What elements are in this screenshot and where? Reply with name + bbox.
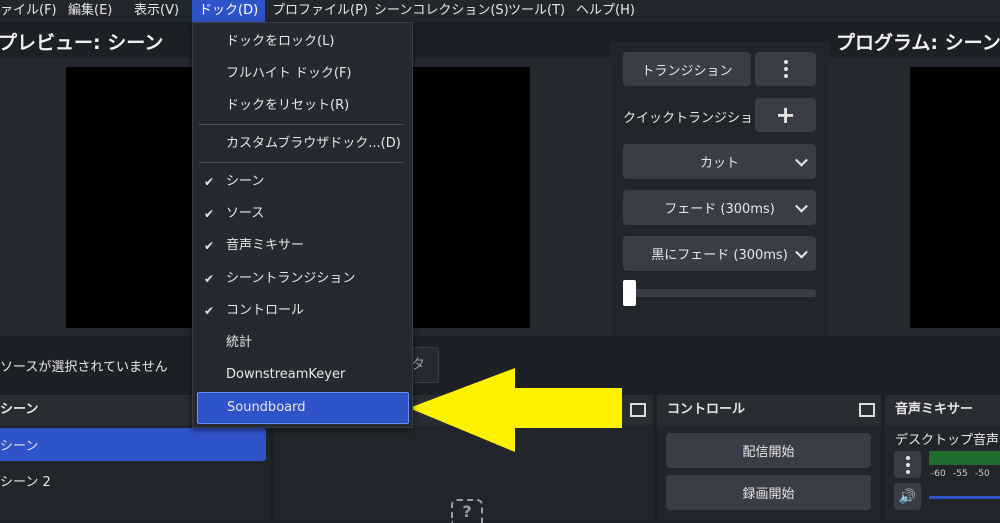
menu-dock[interactable]: ドック(D) — [192, 0, 266, 22]
transition-button[interactable]: トランジション — [623, 52, 751, 86]
volume-slider[interactable] — [929, 496, 1000, 499]
question-icon: ? — [451, 499, 483, 523]
menu-scene-collection[interactable]: シーンコレクション(S) — [374, 0, 509, 22]
quick-transition-fade-label: フェード (300ms) — [664, 202, 775, 217]
undock-icon[interactable] — [859, 403, 875, 417]
scene-item-selected[interactable] — [0, 428, 266, 461]
quick-transition-fade-black-label: 黒にフェード (300ms) — [651, 248, 788, 263]
menu-item-full-height-docks[interactable]: フルハイト ドック(F) — [197, 59, 407, 89]
plus-icon: + — [775, 101, 796, 129]
kebab-icon — [783, 59, 788, 80]
menu-item-reset-docks[interactable]: ドックをリセット(R) — [197, 91, 407, 121]
chevron-down-icon — [795, 199, 808, 213]
menu-item-custom-browser-docks[interactable]: カスタムブラウザドック...(D) — [197, 129, 407, 159]
check-icon: ✔ — [204, 175, 215, 189]
menu-item-audio-mixer[interactable]: ✔ 音声ミキサー — [197, 231, 407, 261]
transition-slider-track[interactable] — [623, 289, 816, 297]
menu-tools[interactable]: ツール(T) — [508, 0, 565, 22]
audio-mixer-dock-title: 音声ミキサー — [885, 395, 1000, 425]
controls-dock-title: コントロール — [657, 395, 881, 425]
quick-transition-fade-black[interactable]: 黒にフェード (300ms) — [623, 236, 816, 271]
volume-meter — [929, 451, 1000, 465]
add-quick-transition-button[interactable]: + — [755, 98, 816, 132]
menu-profile[interactable]: プロファイル(P) — [272, 0, 368, 22]
quick-transition-fade[interactable]: フェード (300ms) — [623, 190, 816, 225]
check-icon: ✔ — [204, 304, 215, 318]
menu-file[interactable]: ァイル(F) — [0, 0, 57, 22]
arrow-shape — [409, 368, 622, 452]
menu-item-lock-docks[interactable]: ドックをロック(L) — [197, 27, 407, 57]
menu-separator — [199, 162, 404, 163]
start-streaming-label: 配信開始 — [742, 445, 795, 460]
chevron-down-icon — [795, 153, 808, 167]
chevron-down-icon — [795, 245, 808, 259]
kebab-icon — [905, 454, 910, 475]
menu-item-scene-transitions[interactable]: ✔ シーントランジション — [197, 264, 407, 294]
speaker-icon: 🔊 — [898, 488, 917, 505]
preview-title: プレビュー: シーン — [0, 32, 164, 54]
undock-icon[interactable] — [630, 403, 646, 417]
start-streaming-button[interactable]: 配信開始 — [666, 433, 871, 468]
check-icon: ✔ — [204, 272, 215, 286]
menu-item-stats[interactable]: 統計 — [197, 328, 407, 358]
quick-transition-label: クイックトランジション — [623, 111, 767, 126]
menu-item-sources[interactable]: ✔ ソース — [197, 199, 407, 229]
menu-bar: ァイル(F) 編集(E) 表示(V) ドック(D) プロファイル(P) シーンコ… — [0, 0, 1000, 22]
menu-item-downstream-keyer[interactable]: DownstreamKeyer — [197, 360, 407, 390]
scene-item-label[interactable]: シーン 2 — [0, 471, 51, 490]
dock-menu: ドックをロック(L) フルハイト ドック(F) ドックをリセット(R) カスタム… — [192, 22, 413, 428]
check-icon: ✔ — [204, 239, 215, 253]
check-icon: ✔ — [204, 207, 215, 221]
mixer-channel-name: デスクトップ音声 — [895, 433, 1000, 448]
menu-view[interactable]: 表示(V) — [134, 0, 179, 22]
menu-item-soundboard[interactable]: Soundboard — [197, 392, 409, 424]
program-canvas — [910, 67, 1000, 328]
menu-item-scenes[interactable]: ✔ シーン — [197, 167, 407, 197]
yellow-arrow-annotation — [409, 368, 622, 452]
transition-slider-handle[interactable] — [623, 280, 636, 306]
quick-transition-cut[interactable]: カット — [623, 144, 816, 179]
mixer-channel-menu-button[interactable] — [894, 451, 921, 478]
menu-help[interactable]: ヘルプ(H) — [576, 0, 635, 22]
scene-item-label: シーン — [0, 439, 39, 454]
transition-button-label: トランジション — [641, 63, 733, 79]
menu-edit[interactable]: 編集(E) — [68, 0, 112, 22]
mute-button[interactable]: 🔊 — [894, 483, 921, 510]
start-recording-label: 録画開始 — [742, 487, 795, 502]
controls-dock: コントロール 配信開始 録画開始 — [657, 395, 881, 521]
start-recording-button[interactable]: 録画開始 — [666, 475, 871, 510]
menu-separator — [199, 124, 404, 125]
audio-mixer-dock: 音声ミキサー デスクトップ音声 -60 -55 -50 🔊 — [885, 395, 1000, 521]
menu-item-controls[interactable]: ✔ コントロール — [197, 296, 407, 326]
program-title: プログラム: シーン — [836, 32, 1000, 54]
no-source-text: ソースが選択されていません — [0, 360, 168, 375]
quick-transition-cut-label: カット — [699, 156, 739, 171]
transition-options-button[interactable] — [755, 52, 816, 86]
